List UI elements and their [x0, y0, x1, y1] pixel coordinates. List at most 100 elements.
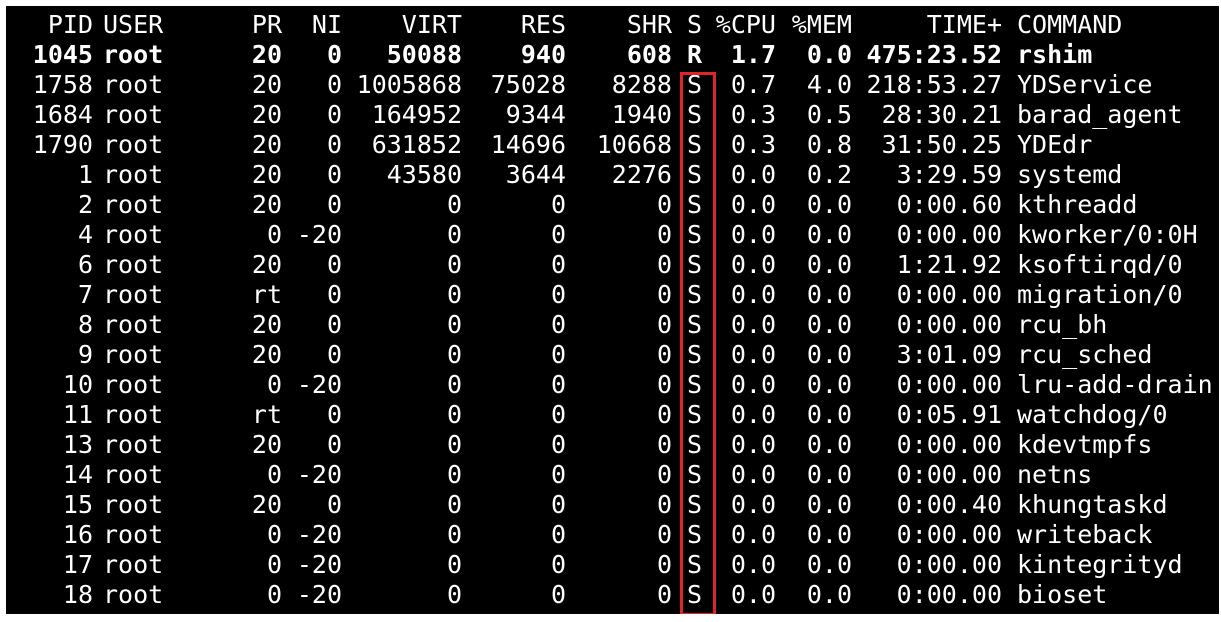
cell-time: 0:00.00: [896, 580, 1002, 609]
process-row[interactable]: 1 root 20 0 43580 3644 2276 S 0.0 0.2 3:29.59 syste…: [6, 160, 1219, 190]
cell-ni: 0: [326, 190, 342, 219]
cell-command: migration/0: [1017, 280, 1183, 309]
cell-pr: rt: [251, 280, 282, 309]
cell-res: 3644: [505, 160, 566, 189]
cell-virt: 164952: [371, 100, 462, 129]
cell-time: 0:00.60: [896, 190, 1002, 219]
cell-ni: 0: [326, 250, 342, 279]
cell-mem: 0.0: [806, 370, 852, 399]
cell-pr: 20: [251, 160, 282, 189]
process-row[interactable]: 17 root 0 -20 0 0 0 S 0.0 0.0 0:00.00 kintegrityd: [6, 550, 1219, 580]
cell-shr: 608: [626, 40, 672, 69]
cell-command: watchdog/0: [1017, 400, 1168, 429]
cell-shr: 0: [656, 250, 672, 279]
cell-pid: 1684: [32, 100, 93, 129]
process-row[interactable]: 11 root rt 0 0 0 0 S 0.0 0.0 0:05.91 watchdog/0: [6, 400, 1219, 430]
column-header-row: PID USER PR NI VIRT RES SHR S %CPU %MEM …: [6, 10, 1219, 40]
cell-pr: 20: [251, 310, 282, 339]
cell-pid: 2: [77, 190, 93, 219]
process-row[interactable]: 7 root rt 0 0 0 0 S 0.0 0.0 0:00.00 migration/0: [6, 280, 1219, 310]
cell-shr: 1940: [611, 100, 672, 129]
cell-command: kthreadd: [1017, 190, 1138, 219]
cell-pr: 0: [266, 580, 282, 609]
cell-user: root: [103, 40, 164, 69]
cell-user: root: [103, 550, 164, 579]
cell-mem: 0.0: [806, 490, 852, 519]
process-row[interactable]: 1758 root 20 0 1005868 75028 8288 S 0.7 4.0 218:53…: [6, 70, 1219, 100]
cell-virt: 0: [446, 280, 462, 309]
cell-ni: -20: [296, 550, 342, 579]
cell-cpu: 0.0: [730, 370, 776, 399]
cell-pr: 20: [251, 490, 282, 519]
cell-pid: 9: [77, 340, 93, 369]
cell-cpu: 0.0: [730, 310, 776, 339]
process-row[interactable]: 8 root 20 0 0 0 0 S 0.0 0.0 0:00.00 rcu_bh: [6, 310, 1219, 340]
process-row[interactable]: 6 root 20 0 0 0 0 S 0.0 0.0 1:21.92 ksoftirqd/0: [6, 250, 1219, 280]
cell-user: root: [103, 580, 164, 609]
cell-mem: 0.0: [806, 580, 852, 609]
header-time: TIME+: [926, 10, 1002, 39]
cell-pid: 4: [77, 220, 93, 249]
cell-time: 0:05.91: [896, 400, 1002, 429]
cell-shr: 0: [656, 310, 672, 339]
cell-time: 0:00.00: [896, 460, 1002, 489]
cell-mem: 0.0: [806, 190, 852, 219]
cell-cpu: 0.0: [730, 550, 776, 579]
process-row[interactable]: 14 root 0 -20 0 0 0 S 0.0 0.0 0:00.00 netns: [6, 460, 1219, 490]
cell-pr: 0: [266, 520, 282, 549]
cell-pid: 13: [62, 430, 93, 459]
cell-shr: 0: [656, 280, 672, 309]
cell-res: 0: [550, 430, 566, 459]
cell-user: root: [103, 490, 164, 519]
cell-shr: 0: [656, 490, 672, 519]
process-row[interactable]: 2 root 20 0 0 0 0 S 0.0 0.0 0:00.60 kthreadd: [6, 190, 1219, 220]
cell-mem: 0.0: [806, 250, 852, 279]
cell-shr: 10668: [596, 130, 672, 159]
cell-pr: 20: [251, 40, 282, 69]
cell-cpu: 1.7: [730, 40, 776, 69]
cell-res: 0: [550, 280, 566, 309]
cell-time: 0:00.00: [896, 430, 1002, 459]
cell-ni: 0: [326, 340, 342, 369]
process-row[interactable]: 15 root 20 0 0 0 0 S 0.0 0.0 0:00.40 khungtaskd: [6, 490, 1219, 520]
cell-command: rshim: [1017, 40, 1093, 69]
process-row[interactable]: 10 root 0 -20 0 0 0 S 0.0 0.0 0:00.00 lru-add-drain: [6, 370, 1219, 400]
cell-user: root: [103, 310, 164, 339]
cell-cpu: 0.0: [730, 250, 776, 279]
process-row[interactable]: 16 root 0 -20 0 0 0 S 0.0 0.0 0:00.00 writeback: [6, 520, 1219, 550]
cell-pid: 11: [62, 400, 93, 429]
cell-virt: 50088: [386, 40, 462, 69]
process-row[interactable]: 9 root 20 0 0 0 0 S 0.0 0.0 3:01.09 rcu_sched: [6, 340, 1219, 370]
process-row[interactable]: 1045 root 20 0 50088 940 608 R 1.7 0.0 475:23.52 rs…: [6, 40, 1219, 70]
process-row[interactable]: 4 root 0 -20 0 0 0 S 0.0 0.0 0:00.00 kworker/0:0H: [6, 220, 1219, 250]
process-row[interactable]: 1684 root 20 0 164952 9344 1940 S 0.3 0.5 28:30.21…: [6, 100, 1219, 130]
cell-shr: 0: [656, 220, 672, 249]
cell-pr: 0: [266, 460, 282, 489]
process-row[interactable]: 1790 root 20 0 631852 14696 10668 S 0.3 0.8 31:50.…: [6, 130, 1219, 160]
cell-ni: 0: [326, 130, 342, 159]
cell-cpu: 0.0: [730, 460, 776, 489]
cell-time: 3:29.59: [896, 160, 1002, 189]
cell-user: root: [103, 130, 164, 159]
cell-mem: 0.2: [806, 160, 852, 189]
cell-cpu: 0.0: [730, 490, 776, 519]
process-row[interactable]: 18 root 0 -20 0 0 0 S 0.0 0.0 0:00.00 bioset: [6, 580, 1219, 610]
cell-shr: 0: [656, 520, 672, 549]
process-row[interactable]: 13 root 20 0 0 0 0 S 0.0 0.0 0:00.00 kdevtmpfs: [6, 430, 1219, 460]
cell-ni: 0: [326, 40, 342, 69]
cell-command: rcu_sched: [1017, 340, 1153, 369]
cell-cpu: 0.0: [730, 280, 776, 309]
cell-res: 0: [550, 520, 566, 549]
cell-cpu: 0.0: [730, 220, 776, 249]
cell-command: khungtaskd: [1017, 490, 1168, 519]
cell-ni: -20: [296, 520, 342, 549]
cell-pr: 20: [251, 430, 282, 459]
cell-pid: 18: [62, 580, 93, 609]
cell-mem: 0.0: [806, 220, 852, 249]
cell-virt: 0: [446, 490, 462, 519]
cell-pr: 20: [251, 70, 282, 99]
cell-virt: 43580: [386, 160, 462, 189]
terminal-window: PID USER PR NI VIRT RES SHR S %CPU %MEM …: [6, 6, 1219, 614]
cell-ni: -20: [296, 370, 342, 399]
cell-virt: 631852: [371, 130, 462, 159]
